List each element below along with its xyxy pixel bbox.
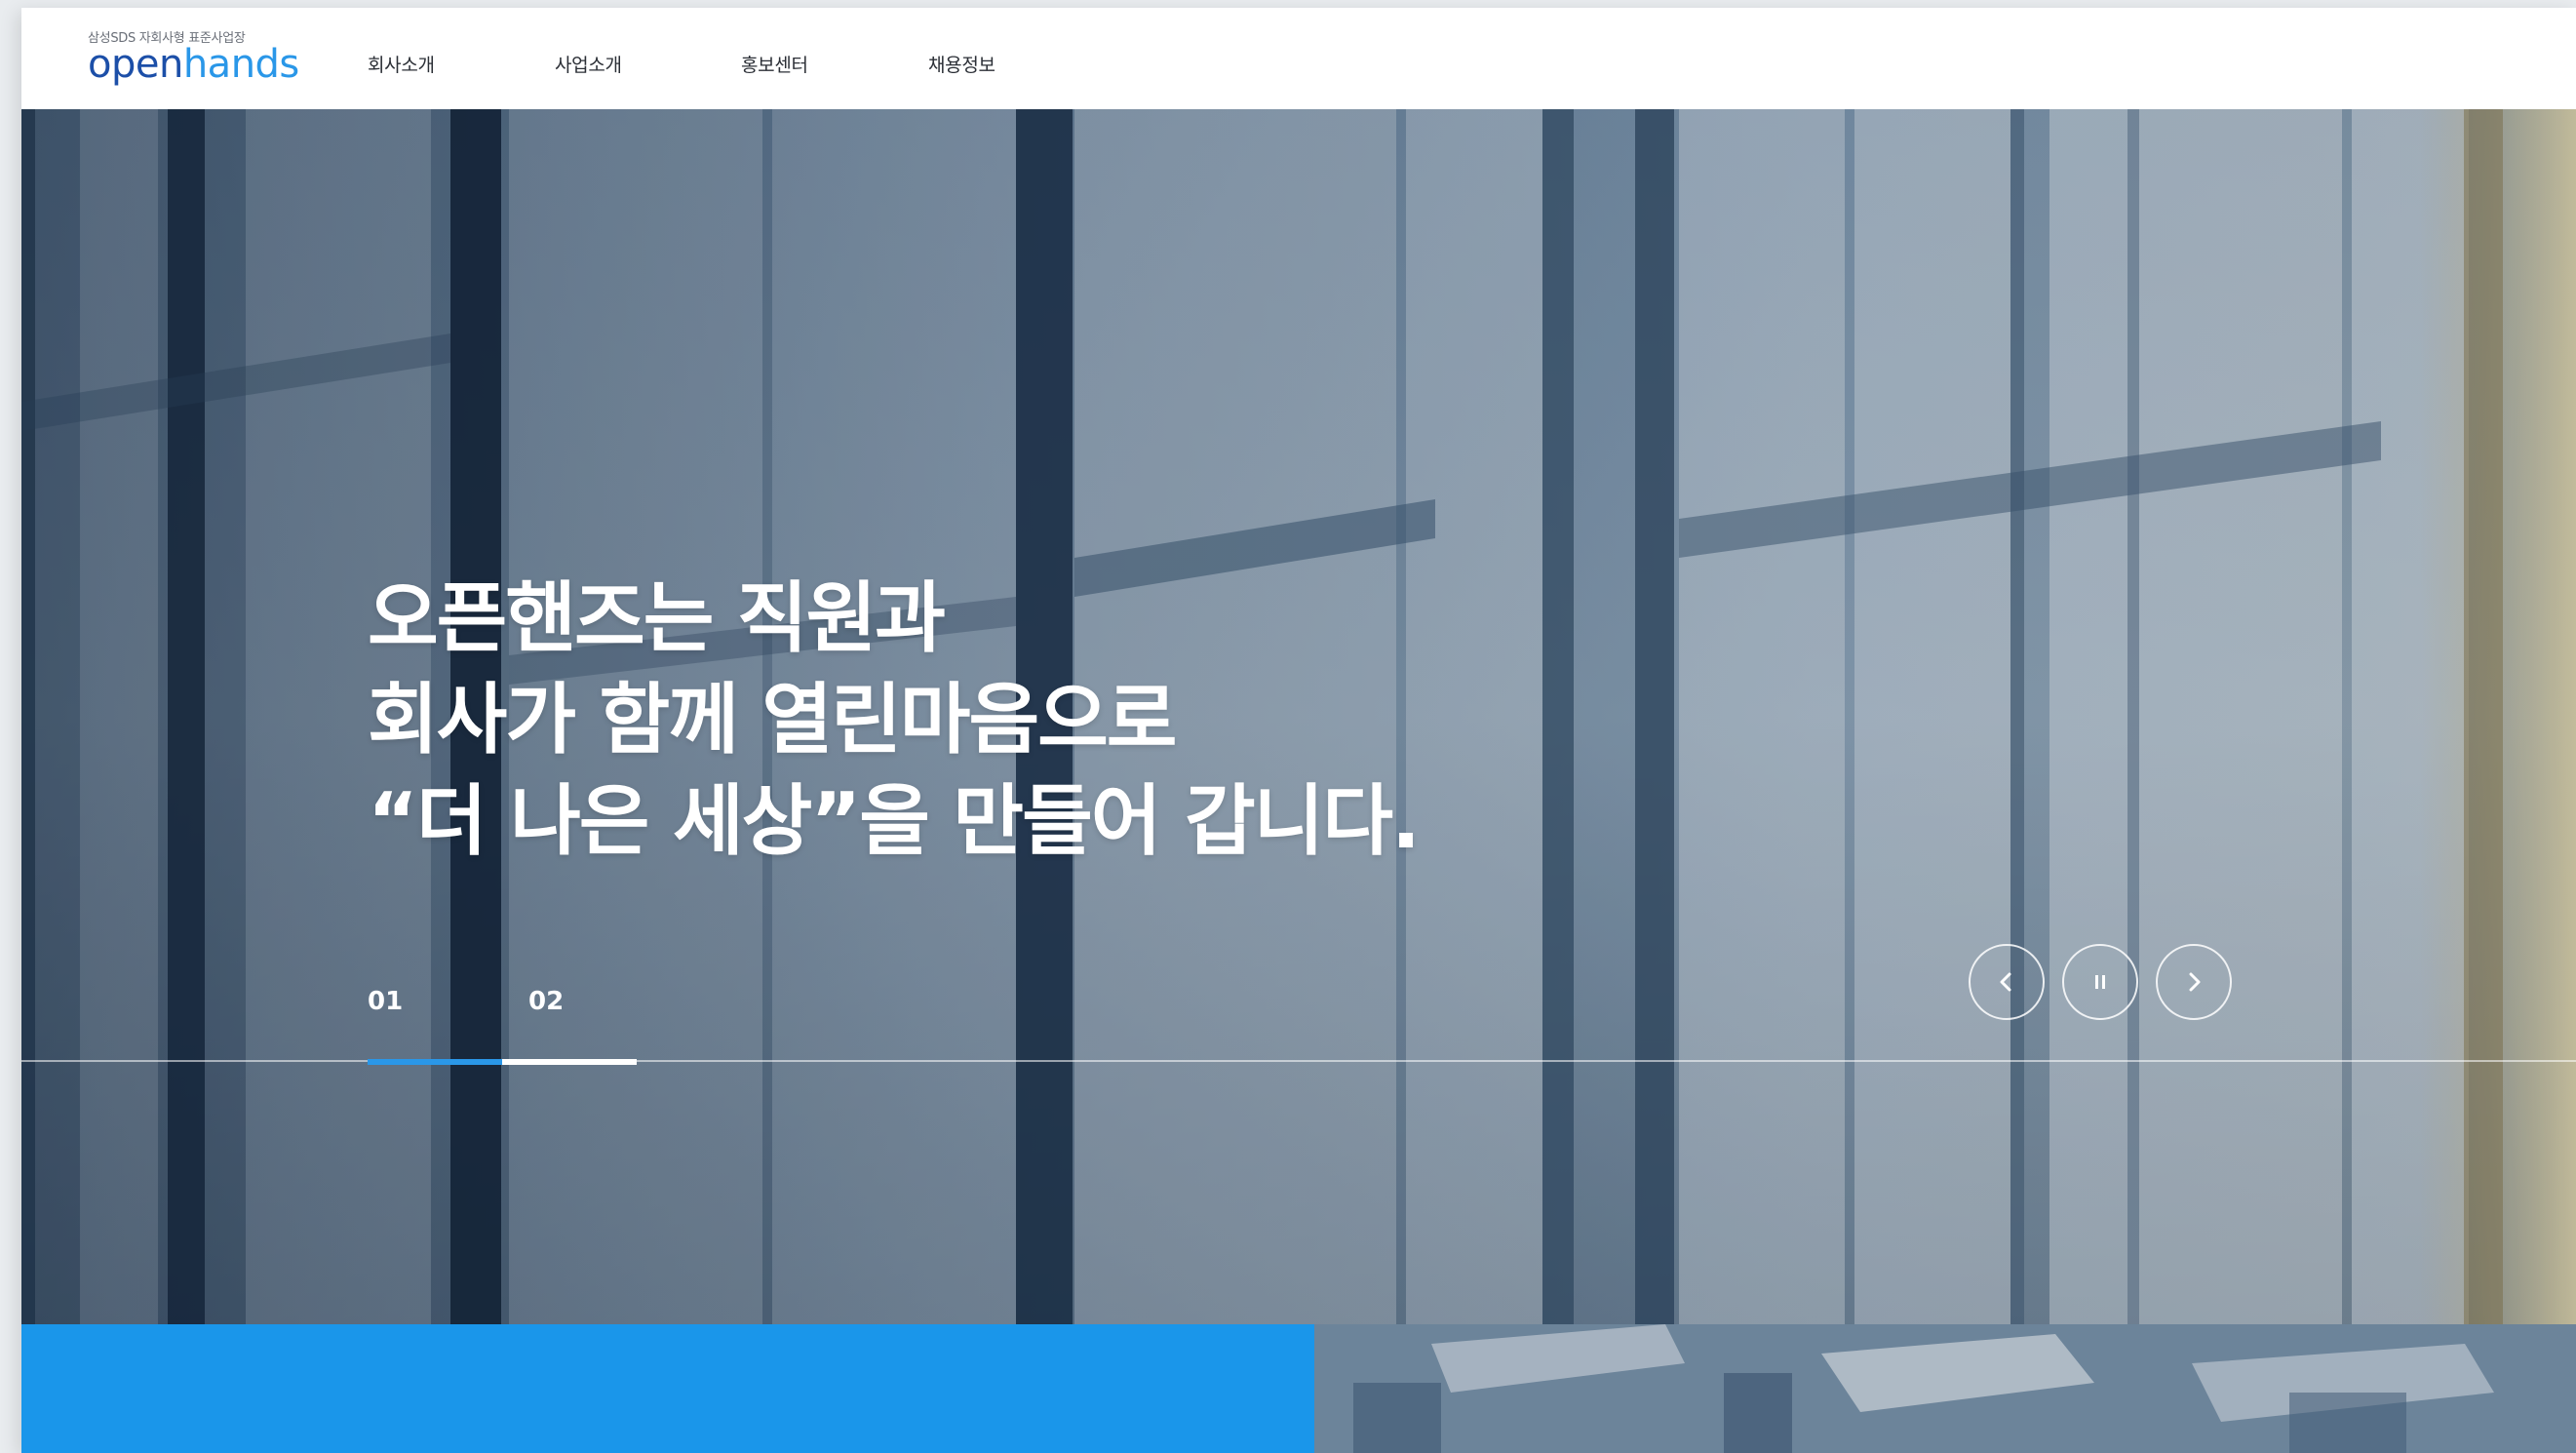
slide-pager-item-01[interactable]: 01 (368, 987, 403, 1016)
slide-pager-item-02[interactable]: 02 (528, 987, 564, 1016)
slide-progress-inactive (502, 1059, 637, 1065)
pause-slide-button[interactable] (2062, 944, 2138, 1020)
hero-headline: 오픈핸즈는 직원과 회사가 함께 열린마음으로 “더 나은 세상”을 만들어 갑… (368, 568, 1733, 872)
nav-item-company[interactable]: 회사소개 (368, 51, 435, 77)
site-header: 삼성SDS 자회사형 표준사업장 openhands 회사소개 사업소개 홍보센… (21, 8, 2576, 109)
pause-icon (2095, 975, 2105, 989)
logo-word-hands: hands (182, 42, 299, 87)
page: 삼성SDS 자회사형 표준사업장 openhands 회사소개 사업소개 홍보센… (21, 8, 2576, 1453)
next-slide-button[interactable] (2156, 944, 2232, 1020)
hero-headline-line-2: 회사가 함께 열린마음으로 (368, 675, 1178, 765)
slide-progress-active (368, 1059, 502, 1065)
openhands-logo[interactable]: 삼성SDS 자회사형 표준사업장 openhands (88, 27, 322, 98)
nav-item-careers[interactable]: 채용정보 (928, 51, 995, 77)
chevron-right-icon (2189, 972, 2201, 992)
nav-item-business[interactable]: 사업소개 (555, 51, 622, 77)
prev-slide-button[interactable] (1969, 944, 2045, 1020)
logo-word-open: open (88, 42, 183, 87)
logo-wordmark: openhands (88, 45, 299, 84)
hero-headline-line-3: “더 나은 세상”을 만들어 갑니다. (368, 776, 1421, 866)
nav-item-pr-center[interactable]: 홍보센터 (741, 51, 808, 77)
chevron-left-icon (2000, 972, 2011, 992)
blue-feature-panel (21, 1324, 1314, 1453)
office-photo-panel (1314, 1324, 2576, 1453)
hero-headline-line-1: 오픈핸즈는 직원과 (368, 573, 946, 663)
hero-banner: 오픈핸즈는 직원과 회사가 함께 열린마음으로 “더 나은 세상”을 만들어 갑… (21, 109, 2576, 1324)
office-photo-image (1314, 1324, 2576, 1453)
